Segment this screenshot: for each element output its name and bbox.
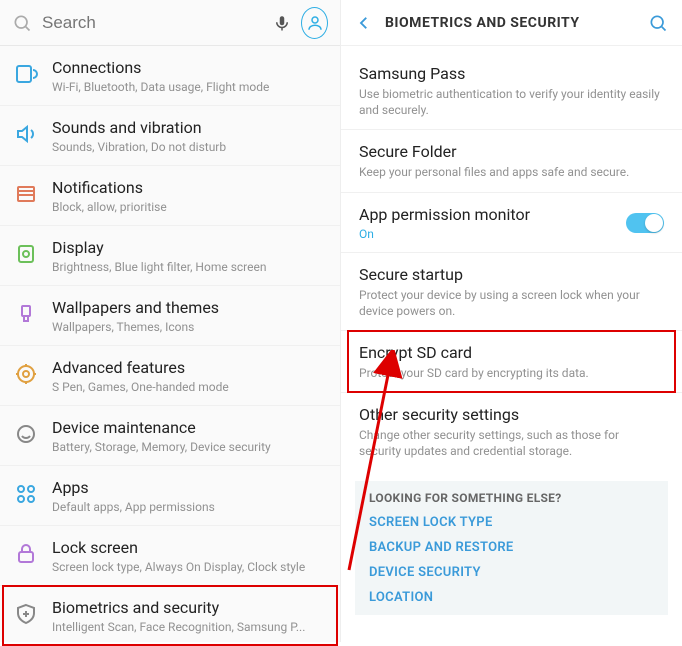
maintenance-icon xyxy=(14,422,38,446)
link-backup-restore[interactable]: BACKUP AND RESTORE xyxy=(369,540,654,555)
lockscreen-icon xyxy=(14,542,38,566)
lb-title: LOOKING FOR SOMETHING ELSE? xyxy=(369,491,654,505)
settings-list: Connections Wi-Fi, Bluetooth, Data usage… xyxy=(0,46,340,645)
detail-title: BIOMETRICS AND SECURITY xyxy=(385,15,636,31)
item-title: Advanced features xyxy=(52,358,326,377)
advanced-icon xyxy=(14,362,38,386)
item-text: Connections Wi-Fi, Bluetooth, Data usage… xyxy=(52,58,326,94)
settings-item-advanced[interactable]: Advanced features S Pen, Games, One-hand… xyxy=(0,345,340,405)
search-input[interactable] xyxy=(42,13,263,33)
item-title: Wallpapers and themes xyxy=(52,298,326,317)
item-text: Notifications Block, allow, prioritise xyxy=(52,178,326,214)
toggle-switch[interactable] xyxy=(626,213,664,233)
d-status-on: On xyxy=(359,227,626,241)
detail-item-secure-startup[interactable]: Secure startup Protect your device by us… xyxy=(341,252,682,330)
item-sub: Wallpapers, Themes, Icons xyxy=(52,320,326,334)
detail-list: Samsung Pass Use biometric authenticatio… xyxy=(341,46,682,471)
d-sub: Use biometric authentication to verify y… xyxy=(359,86,664,118)
item-text: Sounds and vibration Sounds, Vibration, … xyxy=(52,118,326,154)
d-title: Other security settings xyxy=(359,405,664,424)
d-title: Encrypt SD card xyxy=(359,343,664,362)
settings-item-apps[interactable]: Apps Default apps, App permissions xyxy=(0,465,340,525)
d-title: Secure startup xyxy=(359,265,664,284)
d-sub: Change other security settings, such as … xyxy=(359,427,664,459)
settings-item-notifications[interactable]: Notifications Block, allow, prioritise xyxy=(0,165,340,225)
item-text: Device maintenance Battery, Storage, Mem… xyxy=(52,418,326,454)
item-title: Biometrics and security xyxy=(52,598,326,617)
item-sub: Battery, Storage, Memory, Device securit… xyxy=(52,440,326,454)
display-icon xyxy=(14,242,38,266)
d-sub: Protect your SD card by encrypting its d… xyxy=(359,365,664,381)
item-text: Display Brightness, Blue light filter, H… xyxy=(52,238,326,274)
connections-icon xyxy=(14,62,38,86)
settings-main-pane: Connections Wi-Fi, Bluetooth, Data usage… xyxy=(0,0,341,642)
settings-item-connections[interactable]: Connections Wi-Fi, Bluetooth, Data usage… xyxy=(0,46,340,105)
item-title: Apps xyxy=(52,478,326,497)
item-sub: Brightness, Blue light filter, Home scre… xyxy=(52,260,326,274)
sounds-icon xyxy=(14,122,38,146)
item-title: Connections xyxy=(52,58,326,77)
d-title: Secure Folder xyxy=(359,142,664,161)
detail-item-samsung-pass[interactable]: Samsung Pass Use biometric authenticatio… xyxy=(341,46,682,129)
notifications-icon xyxy=(14,182,38,206)
item-sub: Default apps, App permissions xyxy=(52,500,326,514)
item-title: Sounds and vibration xyxy=(52,118,326,137)
item-text: Advanced features S Pen, Games, One-hand… xyxy=(52,358,326,394)
search-bar xyxy=(0,0,340,46)
detail-header: BIOMETRICS AND SECURITY xyxy=(341,0,682,46)
link-screen-lock-type[interactable]: SCREEN LOCK TYPE xyxy=(369,515,654,530)
detail-item-other-security[interactable]: Other security settings Change other sec… xyxy=(341,392,682,470)
mic-icon[interactable] xyxy=(273,14,291,32)
detail-item-app-permission-monitor[interactable]: App permission monitor On xyxy=(341,192,682,252)
profile-icon[interactable] xyxy=(301,7,328,39)
back-icon[interactable] xyxy=(355,14,373,32)
item-sub: Wi-Fi, Bluetooth, Data usage, Flight mod… xyxy=(52,80,326,94)
d-title: App permission monitor xyxy=(359,205,626,224)
item-sub: Intelligent Scan, Face Recognition, Sams… xyxy=(52,620,326,634)
item-sub: S Pen, Games, One-handed mode xyxy=(52,380,326,394)
settings-item-maintenance[interactable]: Device maintenance Battery, Storage, Mem… xyxy=(0,405,340,465)
biometrics-security-pane: BIOMETRICS AND SECURITY Samsung Pass Use… xyxy=(341,0,682,642)
settings-item-wallpapers[interactable]: Wallpapers and themes Wallpapers, Themes… xyxy=(0,285,340,345)
item-text: Apps Default apps, App permissions xyxy=(52,478,326,514)
detail-item-secure-folder[interactable]: Secure Folder Keep your personal files a… xyxy=(341,129,682,191)
d-sub: Protect your device by using a screen lo… xyxy=(359,287,664,319)
item-title: Display xyxy=(52,238,326,257)
d-sub: Keep your personal files and apps safe a… xyxy=(359,164,664,180)
looking-for-box: LOOKING FOR SOMETHING ELSE? SCREEN LOCK … xyxy=(355,481,668,615)
item-title: Device maintenance xyxy=(52,418,326,437)
item-sub: Block, allow, prioritise xyxy=(52,200,326,214)
settings-item-biometrics[interactable]: Biometrics and security Intelligent Scan… xyxy=(0,585,340,645)
settings-item-sounds[interactable]: Sounds and vibration Sounds, Vibration, … xyxy=(0,105,340,165)
item-text: Biometrics and security Intelligent Scan… xyxy=(52,598,326,634)
settings-item-display[interactable]: Display Brightness, Blue light filter, H… xyxy=(0,225,340,285)
item-sub: Screen lock type, Always On Display, Clo… xyxy=(52,560,326,574)
item-title: Notifications xyxy=(52,178,326,197)
apps-icon xyxy=(14,482,38,506)
item-text: Lock screen Screen lock type, Always On … xyxy=(52,538,326,574)
item-sub: Sounds, Vibration, Do not disturb xyxy=(52,140,326,154)
search-icon xyxy=(12,13,32,33)
detail-item-encrypt-sd-card[interactable]: Encrypt SD card Protect your SD card by … xyxy=(341,330,682,392)
link-device-security[interactable]: DEVICE SECURITY xyxy=(369,565,654,580)
d-title: Samsung Pass xyxy=(359,64,664,83)
link-location[interactable]: LOCATION xyxy=(369,590,654,605)
search-icon[interactable] xyxy=(648,13,668,33)
item-title: Lock screen xyxy=(52,538,326,557)
settings-item-lockscreen[interactable]: Lock screen Screen lock type, Always On … xyxy=(0,525,340,585)
wallpapers-icon xyxy=(14,302,38,326)
item-text: Wallpapers and themes Wallpapers, Themes… xyxy=(52,298,326,334)
biometrics-icon xyxy=(14,602,38,626)
